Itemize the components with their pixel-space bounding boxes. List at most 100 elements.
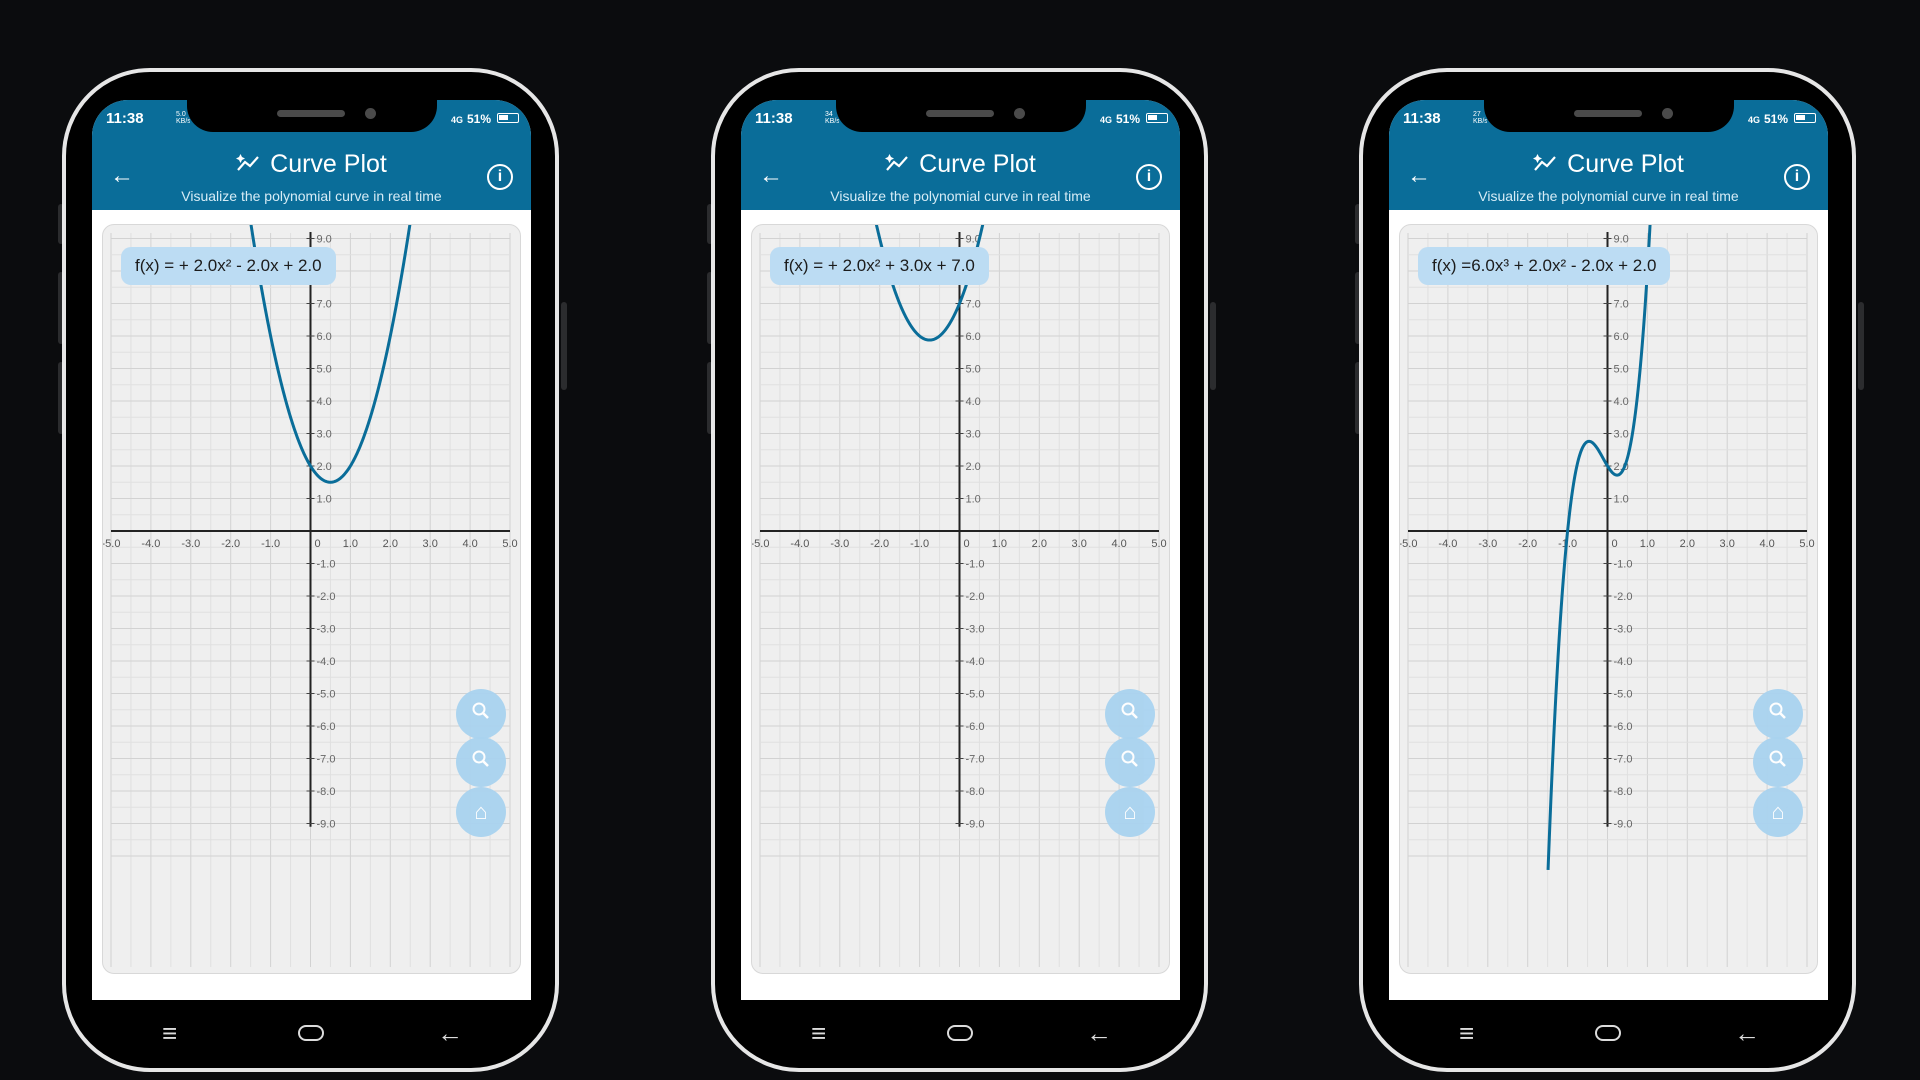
y-tick-label: -4.0: [966, 656, 985, 668]
y-tick-label: -2.0: [966, 591, 985, 603]
y-tick-label: 5.0: [1614, 364, 1629, 376]
reset-home-button[interactable]: ⌂: [456, 787, 506, 837]
phone-frame: 11:38 5.0 KB/s 4G 51% ← Curve Plot Visualize t…: [58, 68, 567, 1072]
nav-menu-button[interactable]: ≡: [1459, 1018, 1474, 1049]
nav-back-button[interactable]: ←: [437, 1018, 463, 1049]
y-tick-label: 1.0: [966, 494, 981, 506]
battery-percent: 51%: [1763, 112, 1788, 126]
y-tick-label: 5.0: [317, 364, 332, 376]
zoom-in-button[interactable]: [456, 689, 506, 739]
y-tick-label: -6.0: [1614, 721, 1633, 733]
zoom-in-button[interactable]: [1753, 689, 1803, 739]
x-tick-label: -2.0: [870, 538, 889, 550]
status-battery-text: 4G 51%: [1100, 112, 1140, 126]
reset-home-button[interactable]: ⌂: [1753, 787, 1803, 837]
page-title-row: Curve Plot: [741, 150, 1180, 180]
app-screen: 11:38 5.0 KB/s 4G 51% ← Curve Plot Visualize t…: [92, 100, 531, 1000]
battery-icon: [1146, 113, 1168, 123]
info-circle-icon: i: [497, 168, 503, 185]
y-tick-label: -5.0: [1614, 689, 1633, 701]
zoom-in-icon: [1120, 701, 1140, 726]
hardware-button: [58, 204, 64, 244]
x-tick-label: 2.0: [1680, 538, 1695, 550]
phone-frame: 11:38 34 KB/s 4G 51% ← Curve Plot Visualize th…: [707, 68, 1216, 1072]
plot-card[interactable]: -5.0-4.0-3.0-2.0-1.001.02.03.04.05.09.08…: [1399, 224, 1818, 974]
y-tick-label: -6.0: [317, 721, 336, 733]
y-tick-label: 7.0: [966, 299, 981, 311]
y-tick-label: -6.0: [966, 721, 985, 733]
x-tick-label: 0: [1611, 538, 1617, 550]
y-tick-label: 6.0: [1614, 331, 1629, 343]
x-tick-label: 4.0: [1111, 538, 1126, 550]
zoom-out-button[interactable]: [456, 737, 506, 787]
x-tick-label: 1.0: [1640, 538, 1655, 550]
y-tick-label: 2.0: [966, 461, 981, 473]
y-tick-label: -7.0: [1614, 754, 1633, 766]
home-pill-icon: [1594, 1018, 1622, 1048]
page-subtitle: Visualize the polynomial curve in real t…: [181, 188, 442, 204]
y-tick-label: -1.0: [966, 559, 985, 571]
nav-back-button[interactable]: ←: [1086, 1018, 1112, 1049]
y-tick-label: -3.0: [966, 624, 985, 636]
nav-home-button[interactable]: [946, 1018, 974, 1049]
page-title: Curve Plot: [270, 150, 387, 178]
x-tick-label: -2.0: [1518, 538, 1537, 550]
speaker-grille: [277, 110, 345, 117]
battery-percent: 51%: [466, 112, 491, 126]
x-tick-label: 3.0: [1720, 538, 1735, 550]
x-tick-label: 1.0: [992, 538, 1007, 550]
home-pill-icon: [297, 1018, 325, 1048]
y-tick-label: -7.0: [966, 754, 985, 766]
front-camera: [1662, 108, 1673, 119]
y-tick-label: 4.0: [317, 396, 332, 408]
x-tick-label: -2.0: [221, 538, 240, 550]
y-tick-label: 4.0: [966, 396, 981, 408]
plot-card[interactable]: -5.0-4.0-3.0-2.0-1.001.02.03.04.05.09.08…: [751, 224, 1170, 974]
nav-home-button[interactable]: [1594, 1018, 1622, 1049]
zoom-out-button[interactable]: [1105, 737, 1155, 787]
nav-menu-button[interactable]: ≡: [162, 1018, 177, 1049]
x-tick-label: -5.0: [1400, 538, 1417, 550]
reset-home-button[interactable]: ⌂: [1105, 787, 1155, 837]
formula-label: f(x) = + 2.0x² - 2.0x + 2.0: [121, 247, 336, 285]
back-arrow-icon: ←: [1734, 1018, 1760, 1048]
x-tick-label: 1.0: [343, 538, 358, 550]
info-button[interactable]: i: [1784, 164, 1810, 190]
x-tick-label: -3.0: [830, 538, 849, 550]
y-tick-label: -8.0: [966, 786, 985, 798]
menu-icon: ≡: [811, 1018, 827, 1048]
hardware-button: [707, 362, 713, 434]
app-header: 11:38 34 KB/s 4G 51% ← Curve Plot Visualize th…: [741, 100, 1180, 210]
x-tick-label: -3.0: [1478, 538, 1497, 550]
nav-back-button[interactable]: ←: [1734, 1018, 1760, 1049]
y-tick-label: -4.0: [317, 656, 336, 668]
y-tick-label: 3.0: [966, 429, 981, 441]
plot-card[interactable]: -5.0-4.0-3.0-2.0-1.001.02.03.04.05.09.08…: [102, 224, 521, 974]
x-tick-label: -5.0: [752, 538, 769, 550]
menu-icon: ≡: [1459, 1018, 1475, 1048]
chart-sparkle-icon: [236, 151, 262, 180]
zoom-in-button[interactable]: [1105, 689, 1155, 739]
y-tick-label: 3.0: [317, 429, 332, 441]
nav-menu-button[interactable]: ≡: [811, 1018, 826, 1049]
y-tick-label: -8.0: [1614, 786, 1633, 798]
info-button[interactable]: i: [1136, 164, 1162, 190]
zoom-out-button[interactable]: [1753, 737, 1803, 787]
phone-frame: 11:38 27 KB/s 4G 51% ← Curve Plot Visualize th…: [1355, 68, 1864, 1072]
speaker-grille: [1574, 110, 1642, 117]
zoom-in-icon: [1768, 701, 1788, 726]
page-subtitle: Visualize the polynomial curve in real t…: [1478, 188, 1739, 204]
y-tick-label: -3.0: [1614, 624, 1633, 636]
y-tick-label: -8.0: [317, 786, 336, 798]
info-button[interactable]: i: [487, 164, 513, 190]
status-battery-text: 4G 51%: [1748, 112, 1788, 126]
curve-plot: -5.0-4.0-3.0-2.0-1.001.02.03.04.05.09.08…: [1400, 225, 1815, 967]
network-type: 4G: [1099, 115, 1112, 125]
y-tick-label: -9.0: [317, 819, 336, 831]
y-tick-label: -5.0: [317, 689, 336, 701]
x-tick-label: 4.0: [1759, 538, 1774, 550]
y-tick-label: -9.0: [1614, 819, 1633, 831]
x-tick-label: 2.0: [383, 538, 398, 550]
y-tick-label: 1.0: [1614, 494, 1629, 506]
nav-home-button[interactable]: [297, 1018, 325, 1049]
